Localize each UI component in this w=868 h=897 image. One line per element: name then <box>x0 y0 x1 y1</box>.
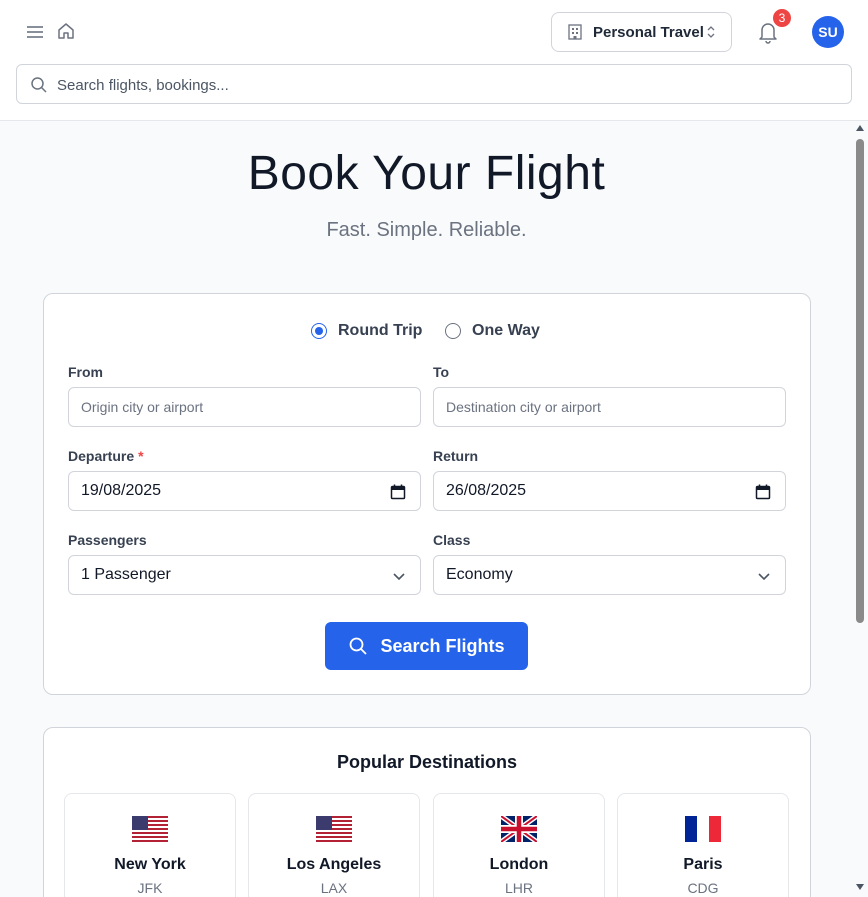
passengers-label: Passengers <box>68 532 147 548</box>
scroll-down-arrow-icon[interactable] <box>856 884 864 890</box>
page-subtitle: Fast. Simple. Reliable. <box>326 219 527 241</box>
destination-city: New York <box>114 856 186 873</box>
destination-card[interactable]: Los Angeles LAX <box>248 793 420 897</box>
destination-card[interactable]: Paris CDG <box>617 793 789 897</box>
passengers-select[interactable]: 1 Passenger <box>68 555 421 595</box>
from-label: From <box>68 364 103 380</box>
chevron-down-icon <box>758 573 770 581</box>
destination-city: Paris <box>683 856 723 873</box>
calendar-icon[interactable] <box>390 484 406 500</box>
destination-airport-code: LAX <box>320 880 348 896</box>
class-label: Class <box>433 532 471 548</box>
uk-flag-icon <box>501 816 537 842</box>
chevron-down-icon <box>393 573 405 581</box>
round-trip-radio[interactable] <box>311 323 327 339</box>
destination-airport-code: JFK <box>137 880 163 896</box>
top-header: Personal Travel 3 SU <box>0 0 868 121</box>
flight-booking-form: Round Trip One Way From To Origin city o… <box>43 293 811 695</box>
return-label: Return <box>433 448 479 464</box>
scrollbar-thumb[interactable] <box>856 139 864 623</box>
one-way-radio[interactable] <box>445 323 461 339</box>
to-label: To <box>433 364 450 380</box>
search-flights-label: Search Flights <box>380 635 505 656</box>
required-asterisk: * <box>138 448 144 464</box>
destination-airport-code: LHR <box>504 880 533 896</box>
popular-destinations-title: Popular Destinations <box>336 752 518 772</box>
user-avatar[interactable]: SU <box>812 16 844 48</box>
page-title: Book Your Flight <box>247 147 606 200</box>
us-flag-icon <box>132 816 168 842</box>
search-icon <box>350 637 368 655</box>
destination-airport-code: CDG <box>687 880 719 896</box>
search-input[interactable] <box>57 74 837 96</box>
trip-type-one-way[interactable]: One Way <box>445 322 540 340</box>
one-way-label: One Way <box>472 322 540 339</box>
calendar-icon[interactable] <box>755 484 771 500</box>
return-date-value: 26/08/2025 <box>446 482 527 499</box>
workspace-selector[interactable]: Personal Travel <box>551 12 732 52</box>
us-flag-icon <box>316 816 352 842</box>
origin-input[interactable]: Origin city or airport <box>68 387 421 427</box>
destination-input[interactable]: Destination city or airport <box>433 387 786 427</box>
workspace-label: Personal Travel <box>593 23 704 41</box>
search-flights-button[interactable]: Search Flights <box>325 622 528 670</box>
class-select[interactable]: Economy <box>433 555 786 595</box>
search-icon <box>31 77 47 93</box>
hamburger-menu-icon[interactable] <box>25 22 45 42</box>
departure-date-input[interactable]: 19/08/2025 <box>68 471 421 511</box>
france-flag-icon <box>685 816 721 842</box>
trip-type-round-trip[interactable]: Round Trip <box>311 322 422 340</box>
departure-label-text: Departure <box>68 448 135 464</box>
passengers-value: 1 Passenger <box>81 566 171 583</box>
departure-label: Departure * <box>68 448 144 464</box>
destination-city: London <box>489 856 549 873</box>
round-trip-label: Round Trip <box>338 322 423 339</box>
home-icon[interactable] <box>56 21 76 41</box>
class-value: Economy <box>446 566 513 583</box>
global-search <box>16 64 852 104</box>
destination-city: Los Angeles <box>286 856 382 873</box>
building-icon <box>568 24 582 40</box>
destination-card[interactable]: London LHR <box>433 793 605 897</box>
return-date-input[interactable]: 26/08/2025 <box>433 471 786 511</box>
notification-badge: 3 <box>772 8 792 28</box>
scroll-up-arrow-icon[interactable] <box>856 125 864 131</box>
popular-destinations: Popular Destinations New York JFK Los An… <box>43 727 811 897</box>
departure-date-value: 19/08/2025 <box>81 482 162 499</box>
chevron-up-down-icon <box>707 26 715 38</box>
destination-card[interactable]: New York JFK <box>64 793 236 897</box>
